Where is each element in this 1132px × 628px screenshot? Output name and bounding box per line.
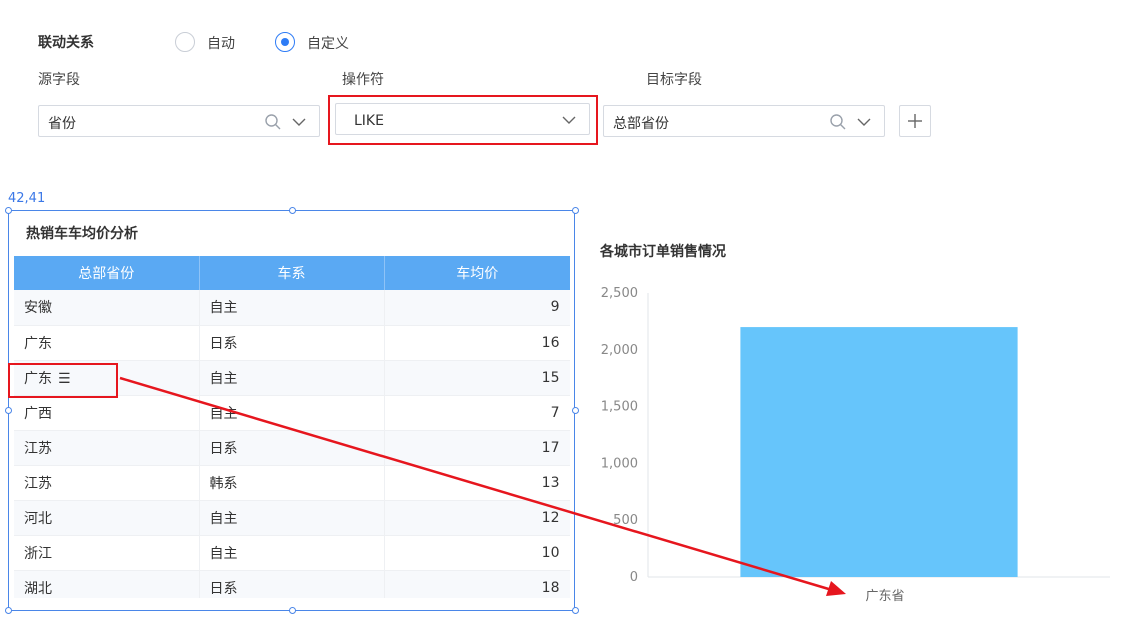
annotation-arrow bbox=[119, 376, 846, 596]
